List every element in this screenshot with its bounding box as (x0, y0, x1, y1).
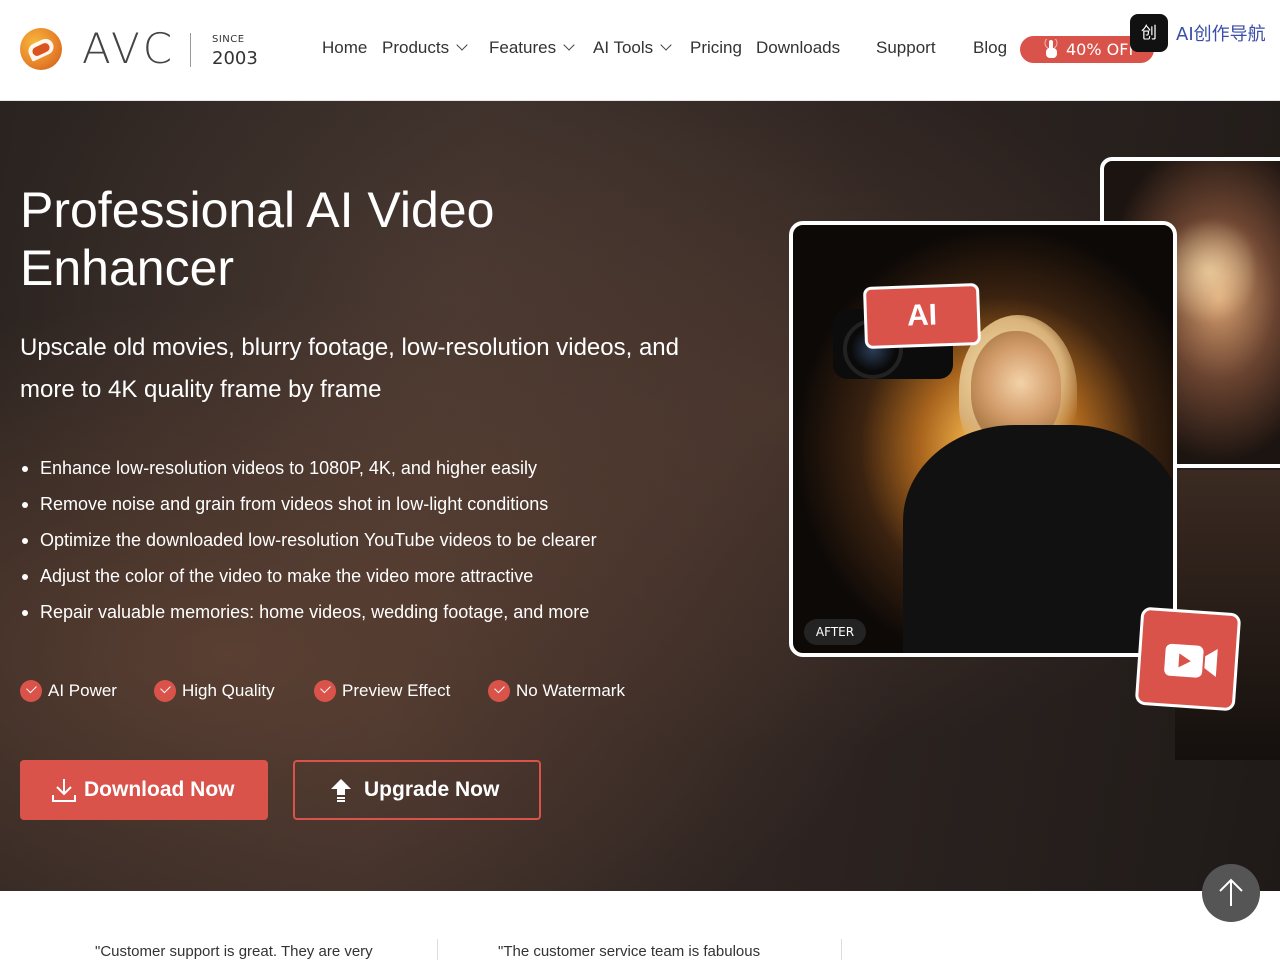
nav-features-label: Features (489, 38, 557, 57)
list-item: Adjust the color of the video to make th… (20, 559, 597, 595)
nav-products-label: Products (382, 38, 450, 57)
testimonial-divider (841, 939, 842, 960)
download-icon (52, 779, 76, 802)
avc-logo-icon[interactable] (20, 28, 62, 70)
nav-products[interactable]: Products (382, 36, 468, 60)
scroll-to-top-button[interactable] (1202, 864, 1260, 922)
arrow-up-icon (1219, 878, 1243, 906)
since-label: SINCE (212, 34, 245, 45)
list-item: Repair valuable memories: home videos, w… (20, 595, 597, 631)
testimonial-quote: "Customer support is great. They are ver… (95, 943, 373, 960)
brand-divider (190, 33, 191, 67)
hero-subtitle: Upscale old movies, blurry footage, low-… (20, 334, 680, 403)
badge-label: No Watermark (516, 681, 625, 700)
chevron-down-icon (660, 39, 672, 51)
upgrade-icon (331, 779, 351, 802)
nav-pricing-label: Pricing (690, 38, 742, 57)
nav-pricing[interactable]: Pricing (690, 36, 742, 60)
feature-list: Enhance low-resolution videos to 1080P, … (20, 451, 597, 631)
badge-label: High Quality (182, 681, 275, 700)
video-badge (1134, 606, 1242, 712)
chevron-down-icon (563, 39, 575, 51)
nav-features[interactable]: Features (489, 36, 575, 60)
list-item: Optimize the downloaded low-resolution Y… (20, 523, 597, 559)
check-circle-icon (488, 680, 510, 702)
nav-home[interactable]: Home (322, 36, 367, 60)
nav-blog[interactable]: Blog (973, 36, 1007, 60)
nav-ai-tools-label: AI Tools (593, 38, 654, 57)
check-circle-icon (314, 680, 336, 702)
testimonial-quote: "The customer service team is fabulous (498, 943, 761, 960)
check-circle-icon (20, 680, 42, 702)
nav-blog-label: Blog (973, 38, 1008, 57)
partner-logo-icon: 创 (1130, 14, 1168, 52)
after-photo: AFTER (789, 221, 1177, 657)
badge-label: Preview Effect (342, 681, 451, 700)
badge-label: AI Power (48, 681, 117, 700)
since-year: 2003 (212, 48, 258, 69)
nav-ai-tools[interactable]: AI Tools (593, 36, 672, 60)
after-tag: AFTER (804, 619, 866, 645)
hero-title: Professional AI Video Enhancer (20, 182, 495, 296)
nav-downloads-label: Downloads (756, 38, 841, 57)
nav-home-label: Home (322, 38, 368, 57)
chevron-down-icon (456, 39, 468, 51)
hand-pointer-icon (1044, 39, 1058, 58)
check-circle-icon (154, 680, 176, 702)
site-header: AVC SINCE 2003 Home Products Features AI… (0, 0, 1280, 101)
promo-label: 40% OFF (1066, 40, 1138, 59)
nav-support-label: Support (876, 38, 936, 57)
brand-name[interactable]: AVC (82, 25, 175, 73)
ai-tag: AI (862, 282, 982, 350)
nav-support[interactable]: Support (876, 36, 936, 60)
download-now-button[interactable]: Download Now (20, 760, 268, 820)
list-item: Remove noise and grain from videos shot … (20, 487, 597, 523)
testimonials-section: "Customer support is great. They are ver… (0, 891, 1280, 960)
video-camera-icon (1164, 643, 1218, 678)
download-now-label: Download Now (84, 778, 235, 801)
testimonial-divider (437, 939, 438, 960)
upgrade-now-button[interactable]: Upgrade Now (293, 760, 541, 820)
nav-downloads[interactable]: Downloads (756, 36, 840, 60)
partner-text: AI创作导航 (1176, 24, 1266, 45)
list-item: Enhance low-resolution videos to 1080P, … (20, 451, 597, 487)
upgrade-now-label: Upgrade Now (364, 778, 500, 801)
photo-subject-body (903, 425, 1173, 653)
partner-badge[interactable]: 创 AI创作导航 (1130, 14, 1270, 54)
